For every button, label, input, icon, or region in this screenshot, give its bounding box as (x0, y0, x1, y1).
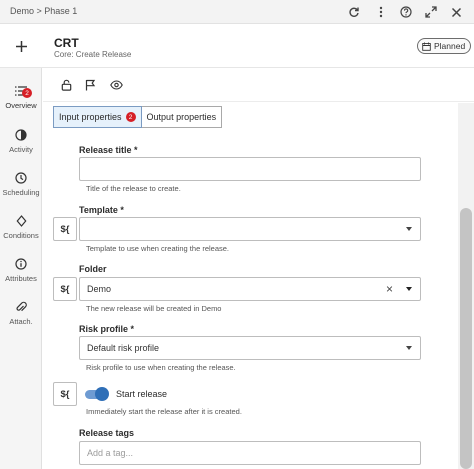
risk-profile-select[interactable]: Default risk profile (79, 336, 421, 360)
start-release-help: Immediately start the release after it i… (86, 407, 242, 416)
task-header: CRT Core: Create Release Planned (0, 24, 474, 68)
close-icon[interactable] (447, 3, 465, 21)
template-help: Template to use when creating the releas… (86, 244, 230, 253)
start-release-toggle[interactable] (85, 387, 109, 401)
sidebar-item-conditions[interactable]: Conditions (0, 210, 42, 250)
sidebar-item-activity[interactable]: Activity (0, 124, 42, 164)
status-label: Planned (434, 41, 466, 51)
start-release-label: Start release (116, 389, 168, 399)
chevron-down-icon[interactable] (406, 346, 412, 350)
sidebar-item-attachments[interactable]: Attach. (0, 296, 42, 336)
top-bar: Demo > Phase 1 (0, 0, 474, 24)
template-label: Template * (79, 205, 124, 215)
release-title-help: Title of the release to create. (86, 184, 181, 193)
scrollbar-thumb[interactable] (460, 208, 472, 469)
chevron-down-icon[interactable] (406, 287, 412, 291)
plus-icon (15, 40, 27, 52)
folder-select[interactable]: Demo × (79, 277, 421, 301)
tab-label: Output properties (146, 112, 217, 122)
start-release-variable-button[interactable]: ${ (53, 382, 77, 406)
tab-output-properties[interactable]: Output properties (141, 106, 223, 128)
expand-icon[interactable] (422, 3, 440, 21)
release-tags-label: Release tags (79, 428, 135, 438)
sidebar-item-attributes[interactable]: Attributes (0, 253, 42, 293)
sidebar-item-overview[interactable]: 2 Overview (0, 80, 42, 120)
add-button[interactable] (9, 34, 33, 58)
scrollbar[interactable] (458, 103, 474, 469)
sidebar-item-label: Scheduling (2, 188, 40, 197)
sidebar-item-label: Conditions (3, 231, 39, 240)
diamond-icon (14, 214, 28, 228)
risk-profile-help: Risk profile to use when creating the re… (86, 363, 236, 372)
sidebar: 2 Overview Activity Scheduling Condition… (0, 68, 42, 469)
sidebar-item-label: Attributes (5, 274, 37, 283)
tab-label: Input properties (59, 112, 122, 122)
sidebar-item-label: Overview (5, 101, 37, 110)
property-tabs: Input properties 2 Output properties (53, 106, 223, 128)
properties-panel: Input properties 2 Output properties Rel… (43, 103, 458, 469)
release-title-input[interactable] (79, 157, 421, 181)
clear-icon[interactable]: × (386, 282, 393, 296)
status-badge[interactable]: Planned (417, 38, 472, 54)
breadcrumb[interactable]: Demo > Phase 1 (10, 6, 77, 16)
release-title-label: Release title * (79, 145, 138, 155)
lock-icon[interactable] (59, 78, 73, 92)
overview-badge: 2 (22, 88, 32, 98)
help-icon[interactable] (397, 3, 415, 21)
calendar-icon (422, 42, 431, 51)
activity-icon (14, 128, 28, 142)
template-select[interactable] (79, 217, 421, 241)
flag-icon[interactable] (83, 78, 97, 92)
refresh-icon[interactable] (345, 3, 363, 21)
more-vertical-icon[interactable] (372, 3, 390, 21)
risk-profile-label: Risk profile * (79, 324, 135, 334)
chevron-down-icon[interactable] (406, 227, 412, 231)
info-icon (14, 257, 28, 271)
release-tags-placeholder: Add a tag... (87, 448, 134, 458)
folder-variable-button[interactable]: ${ (53, 277, 77, 301)
task-type: Core: Create Release (54, 50, 132, 59)
release-tags-input[interactable]: Add a tag... (79, 441, 421, 465)
sidebar-item-label: Attach. (9, 317, 33, 326)
risk-profile-value: Default risk profile (87, 343, 160, 353)
sidebar-item-scheduling[interactable]: Scheduling (0, 167, 42, 207)
template-variable-button[interactable]: ${ (53, 217, 77, 241)
task-toolbar (43, 68, 474, 102)
tab-input-properties[interactable]: Input properties 2 (53, 106, 142, 128)
toggle-knob (95, 387, 109, 401)
paperclip-icon (14, 300, 28, 314)
clock-icon (14, 171, 28, 185)
sidebar-item-label: Activity (9, 145, 33, 154)
eye-icon[interactable] (109, 78, 123, 92)
folder-value: Demo (87, 284, 112, 294)
task-title: CRT (54, 36, 79, 50)
folder-label: Folder (79, 264, 107, 274)
input-properties-badge: 2 (125, 112, 136, 122)
folder-help: The new release will be created in Demo (86, 304, 222, 313)
